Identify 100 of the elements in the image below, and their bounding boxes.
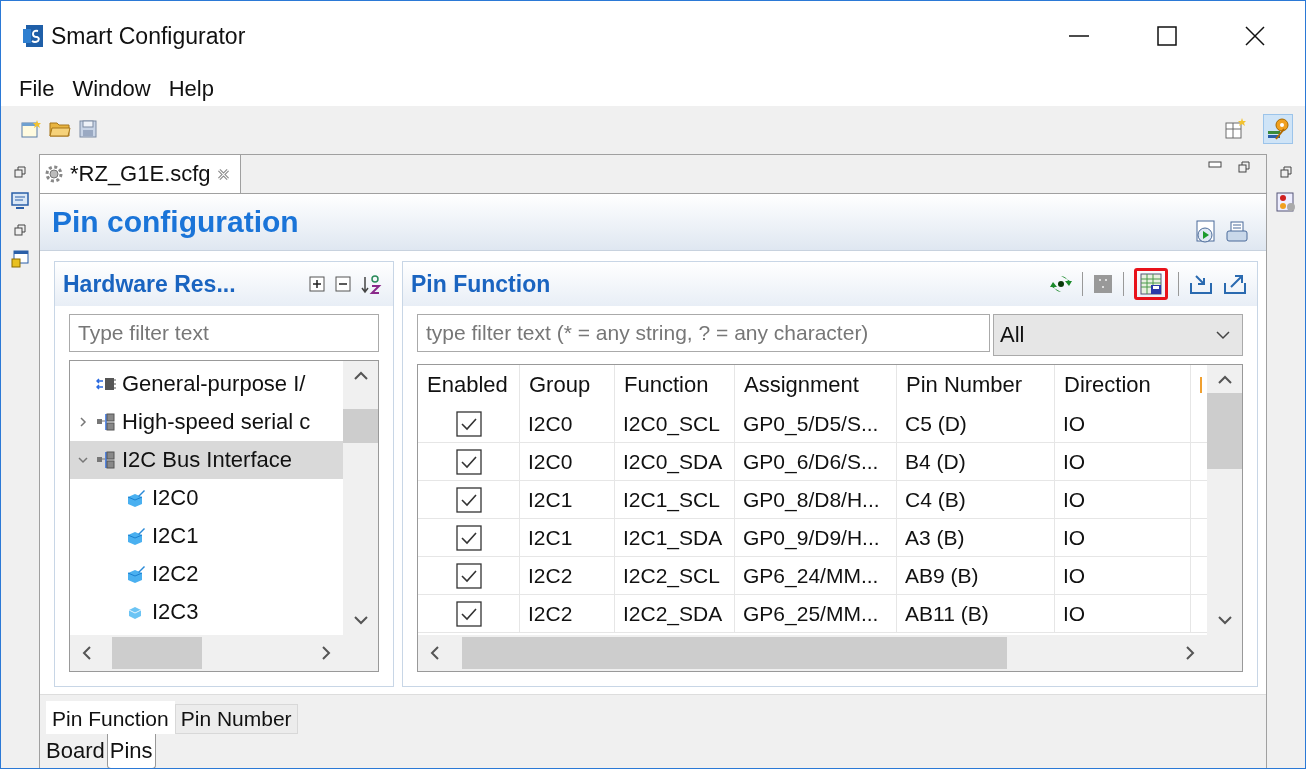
save-list-button[interactable] <box>1134 268 1168 300</box>
collapse-all-icon[interactable] <box>335 276 351 292</box>
open-perspective-icon[interactable] <box>1225 118 1247 140</box>
tree-item[interactable]: I2C3 <box>70 593 343 631</box>
checkbox[interactable] <box>455 410 482 437</box>
spreadsheet-save-icon <box>1140 273 1162 295</box>
tree-item[interactable]: General-purpose I/ <box>70 365 343 403</box>
cube-pencil-icon <box>126 565 146 583</box>
tree-item[interactable]: I2C1 <box>70 517 343 555</box>
scroll-thumb[interactable] <box>1207 393 1242 469</box>
group-dropdown[interactable]: All <box>993 314 1243 356</box>
table-cell: AB9 (B) <box>897 557 1055 595</box>
table-cell: I2C2_SDA <box>615 595 735 633</box>
checkbox[interactable] <box>455 524 482 551</box>
column-header[interactable]: Function <box>615 365 735 405</box>
perspective-button[interactable] <box>1263 114 1293 144</box>
gear-icon <box>44 164 64 184</box>
table-cell: GP6_25/MM... <box>735 595 897 633</box>
page-tab[interactable]: Board <box>44 734 107 768</box>
chevron-down-icon <box>1216 330 1230 340</box>
vertical-scrollbar[interactable] <box>1207 365 1242 635</box>
maximize-icon[interactable] <box>1157 26 1177 46</box>
table-cell: I2C2_SCL <box>615 557 735 595</box>
app-logo-icon <box>23 25 43 47</box>
page-tab[interactable]: Pins <box>106 734 156 768</box>
table-cell: GP6_24/MM... <box>735 557 897 595</box>
cube-pencil-icon <box>126 489 146 507</box>
table-cell: I2C0_SDA <box>615 443 735 481</box>
column-header[interactable]: Pin Number <box>897 365 1055 405</box>
table-cell: I2C0 <box>520 405 615 443</box>
table-cell: IO <box>1055 519 1191 557</box>
scroll-thumb[interactable] <box>343 409 378 443</box>
table-cell: GP0_5/D5/S... <box>735 405 897 443</box>
horizontal-scrollbar[interactable] <box>418 635 1207 671</box>
restore-icon[interactable] <box>1280 166 1292 178</box>
editor-tab[interactable]: *RZ_G1E.scfg <box>40 155 241 193</box>
scroll-thumb[interactable] <box>112 637 202 669</box>
panel-title: Pin Function <box>411 270 551 298</box>
horizontal-scrollbar[interactable] <box>70 635 343 671</box>
tree-item[interactable]: I2C2 <box>70 555 343 593</box>
view-tab[interactable]: Pin Function <box>46 701 175 734</box>
table-cell: IO <box>1055 405 1191 443</box>
table-cell: A3 (B) <box>897 519 1055 557</box>
column-header[interactable]: Group <box>520 365 615 405</box>
menu-item[interactable]: Window <box>72 75 151 102</box>
expand-all-icon[interactable] <box>309 276 325 292</box>
column-header[interactable]: Enabled <box>418 365 520 405</box>
sort-icon[interactable] <box>361 273 383 295</box>
close-icon[interactable] <box>1245 26 1265 46</box>
configurator-icon <box>1266 117 1290 141</box>
tree-item[interactable]: I2C0 <box>70 479 343 517</box>
table-cell: IO <box>1055 481 1191 519</box>
table-cell: IO <box>1055 595 1191 633</box>
restore-icon[interactable] <box>14 224 26 236</box>
pin-grid-icon[interactable] <box>1093 274 1113 294</box>
table-cell: IO <box>1055 557 1191 595</box>
printer-icon[interactable] <box>1226 221 1248 243</box>
restore-icon[interactable] <box>1238 161 1250 173</box>
monitor-icon[interactable] <box>11 192 29 210</box>
table-cell: I2C1_SCL <box>615 481 735 519</box>
pin-chip-icon <box>96 376 116 392</box>
page-title: Pin configuration <box>52 205 299 239</box>
table-cell: C4 (B) <box>897 481 1055 519</box>
table-cell: I2C0 <box>520 443 615 481</box>
column-header[interactable]: Direction <box>1055 365 1191 405</box>
menu-item[interactable]: File <box>19 75 55 102</box>
menu-item[interactable]: Help <box>168 75 214 102</box>
chip-module-icon <box>96 451 116 469</box>
folder-icon[interactable] <box>49 120 71 138</box>
import-icon[interactable] <box>1189 273 1213 295</box>
chip-window-icon[interactable] <box>11 250 29 268</box>
window-title: Smart Configurator <box>51 22 246 50</box>
table-cell: GP0_9/D9/H... <box>735 519 897 557</box>
tree-item[interactable]: High-speed serial c <box>70 403 343 441</box>
cube-pencil-icon <box>126 527 146 545</box>
chip-module-icon <box>96 413 116 431</box>
checkbox[interactable] <box>455 448 482 475</box>
board-config-icon[interactable] <box>1276 192 1296 212</box>
export-icon[interactable] <box>1223 273 1247 295</box>
panel-title: Hardware Res... <box>63 270 236 298</box>
column-header[interactable]: Assignment <box>735 365 897 405</box>
filter-field[interactable]: Type filter text <box>69 314 379 352</box>
checkbox[interactable] <box>455 600 482 627</box>
scroll-thumb[interactable] <box>462 637 1007 669</box>
tree-item[interactable]: I2C Bus Interface <box>70 441 343 479</box>
table-cell: B4 (D) <box>897 443 1055 481</box>
table-cell: I2C1 <box>520 481 615 519</box>
filter-field[interactable]: type filter text (* = any string, ? = any character) <box>417 314 990 352</box>
table-cell: I2C2 <box>520 595 615 633</box>
refresh-icon[interactable] <box>1050 273 1072 295</box>
checkbox[interactable] <box>455 562 482 589</box>
table-cell: I2C2 <box>520 557 615 595</box>
generate-code-icon[interactable] <box>1194 220 1216 244</box>
minimize-icon[interactable] <box>1208 161 1222 169</box>
restore-icon[interactable] <box>14 166 26 178</box>
view-tab[interactable]: Pin Number <box>174 704 298 734</box>
new-file-icon[interactable] <box>21 120 41 138</box>
checkbox[interactable] <box>455 486 482 513</box>
vertical-scrollbar[interactable] <box>343 361 378 635</box>
table-cell: I2C1_SDA <box>615 519 735 557</box>
